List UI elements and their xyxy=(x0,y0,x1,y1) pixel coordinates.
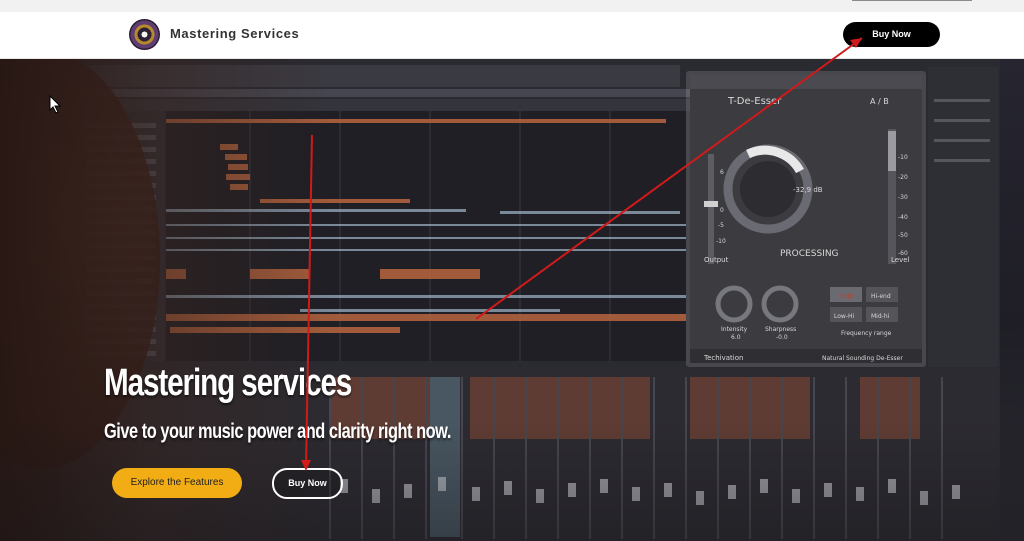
plugin-freq-midhi: Mid-hi xyxy=(871,313,890,320)
plugin-level-scale-5: -60 xyxy=(898,250,908,257)
browser-top-strip xyxy=(0,0,1024,12)
explore-features-button[interactable]: Explore the Features xyxy=(112,468,242,498)
plugin-name: T-De-Esser xyxy=(727,96,782,107)
plugin-level-scale-1: -20 xyxy=(898,174,908,181)
plugin-intensity-value: 6.0 xyxy=(731,334,741,341)
plugin-scale-2: -5 xyxy=(718,222,724,229)
plugin-sharpness-label: Sharpness xyxy=(765,326,796,333)
site-name[interactable]: Mastering Services xyxy=(170,26,299,41)
hero-buy-now-button[interactable]: Buy Now xyxy=(272,468,343,499)
plugin-ab: A / B xyxy=(870,97,889,106)
plugin-footer: Natural Sounding De-Esser xyxy=(822,355,903,362)
plugin-freq-high: High xyxy=(840,293,854,300)
plugin-level-scale-4: -50 xyxy=(898,232,908,239)
plugin-scale-0: 6 xyxy=(720,169,724,176)
plugin-level-label: Level xyxy=(891,256,910,264)
header-buy-now-button[interactable]: Buy Now xyxy=(843,22,940,47)
plugin-freq-range-label: Frequency range xyxy=(841,330,892,337)
vinyl-logo-icon[interactable] xyxy=(129,19,160,50)
plugin-intensity-label: Intensity xyxy=(721,326,748,333)
hero-subtitle: Give to your music power and clarity rig… xyxy=(104,420,451,443)
plugin-sharpness-value: -0.0 xyxy=(776,334,788,341)
plugin-scale-3: -10 xyxy=(716,238,726,245)
site-header: Mastering Services Buy Now xyxy=(0,12,1024,59)
plugin-processing: PROCESSING xyxy=(780,249,839,259)
plugin-level-scale-2: -30 xyxy=(898,194,908,201)
plugin-level-scale-3: -40 xyxy=(898,214,908,221)
hero-section: T-De-Esser A / B -32,9 dB PROCESSING Out… xyxy=(0,59,1024,541)
plugin-knob-value: -32,9 dB xyxy=(793,186,823,194)
tab-indicator xyxy=(852,0,972,1)
plugin-output-label: Output xyxy=(704,256,729,264)
hero-title: Mastering services xyxy=(104,362,352,404)
plugin-brand: Techivation xyxy=(703,354,743,362)
plugin-freq-lowhi: Low-Hi xyxy=(834,313,854,320)
plugin-level-scale-0: -10 xyxy=(898,154,908,161)
plugin-freq-hiend: Hi-end xyxy=(871,293,891,300)
plugin-scale-1: 0 xyxy=(720,207,724,214)
